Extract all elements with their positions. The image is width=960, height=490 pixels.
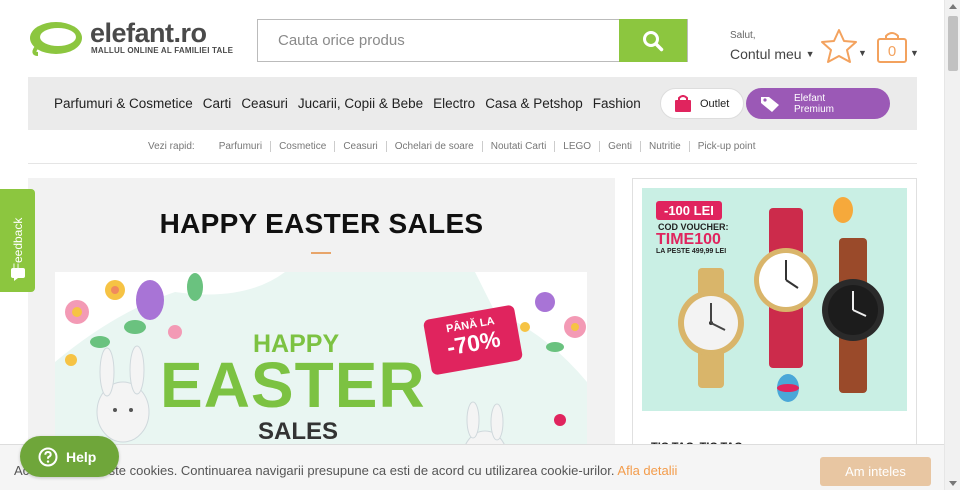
feedback-tab[interactable]: Feedback (0, 189, 35, 292)
premium-button[interactable]: Elefant Premium (746, 88, 890, 119)
chevron-down-icon: ▼ (858, 48, 867, 58)
divider (28, 163, 917, 164)
feedback-label: Feedback (11, 217, 25, 271)
help-label: Help (66, 448, 97, 465)
category-link[interactable]: Jucarii, Copii & Bebe (298, 96, 423, 111)
outlet-button[interactable]: Outlet (660, 88, 744, 119)
quick-link[interactable]: Pick-up point (688, 141, 764, 152)
banner-sales: SALES (258, 418, 339, 445)
page-scrollbar[interactable] (944, 0, 960, 490)
category-link[interactable]: Fashion (593, 96, 641, 111)
account-menu[interactable]: Salut, Contul meu ▼ (730, 30, 815, 62)
cookie-details-link[interactable]: Afla detalii (617, 463, 677, 478)
shopping-bag-icon (675, 94, 691, 112)
account-greeting: Salut, (730, 30, 756, 41)
category-link[interactable]: Carti (203, 96, 232, 111)
voucher-code: TIME100 (656, 231, 721, 248)
quick-link[interactable]: Genti (599, 141, 640, 152)
category-link[interactable]: Casa & Petshop (485, 96, 583, 111)
chat-icon (11, 268, 25, 281)
quick-links: Vezi rapid: Parfumuri Cosmetice Ceasuri Och… (148, 141, 764, 152)
quick-link[interactable]: Parfumuri (211, 141, 270, 152)
outlet-label: Outlet (700, 97, 730, 110)
chevron-down-icon: ▼ (910, 48, 919, 58)
quick-link[interactable]: Nutritie (640, 141, 689, 152)
banner-easter: EASTER (160, 349, 426, 421)
scroll-up-arrow-icon[interactable] (949, 4, 957, 9)
cookie-bar: Acest site foloseste cookies. Continuare… (0, 444, 944, 490)
tag-icon (761, 96, 779, 112)
star-icon (821, 29, 857, 63)
cart-button[interactable]: 0 ▼ (873, 30, 919, 66)
watch-voucher-banner[interactable]: -100 LEI COD VOUCHER: TIME100 LA PESTE 4… (642, 188, 907, 411)
site-logo[interactable]: elefant.ro MALLUL ONLINE AL FAMILIEI TAL… (28, 18, 238, 60)
question-icon (38, 447, 58, 466)
category-link[interactable]: Ceasuri (241, 96, 288, 111)
elephant-logo-icon (30, 22, 82, 56)
scroll-down-arrow-icon[interactable] (949, 481, 957, 486)
account-label: Contul meu (730, 46, 802, 62)
category-link[interactable]: Electro (433, 96, 475, 111)
category-nav: Parfumuri & Cosmetice Carti Ceasuri Jucarii… (28, 77, 917, 130)
page: elefant.ro MALLUL ONLINE AL FAMILIEI TAL… (0, 0, 960, 490)
logo-name: elefant.ro (90, 18, 207, 48)
promo-headline: HAPPY EASTER SALES (159, 208, 484, 239)
voucher-condition: LA PESTE 499,99 LEI (656, 248, 727, 255)
voucher-amount: -100 LEI (656, 201, 722, 220)
quick-link[interactable]: Ochelari de soare (385, 141, 482, 152)
search-input[interactable] (258, 20, 620, 61)
quick-links-label: Vezi rapid: (148, 141, 195, 152)
category-link[interactable]: Parfumuri & Cosmetice (54, 96, 193, 111)
headline-underline (311, 252, 331, 254)
quick-link[interactable]: Ceasuri (334, 141, 385, 152)
wishlist-button[interactable]: ▼ (820, 28, 868, 66)
chevron-down-icon: ▼ (805, 49, 815, 59)
search-icon (643, 30, 664, 51)
quick-link[interactable]: Cosmetice (270, 141, 334, 152)
cart-count: 0 (887, 43, 897, 60)
quick-link[interactable]: Noutati Carti (481, 141, 555, 152)
cookie-accept-button[interactable]: Am inteles (820, 457, 931, 486)
quick-link[interactable]: LEGO (554, 141, 599, 152)
help-button[interactable]: Help (20, 436, 119, 477)
account-link[interactable]: Contul meu ▼ (730, 46, 815, 62)
search-bar (257, 19, 688, 62)
scrollbar-thumb[interactable] (948, 16, 958, 71)
premium-label: Elefant Premium (794, 92, 835, 115)
logo-tagline: MALLUL ONLINE AL FAMILIEI TALE (91, 46, 234, 55)
category-list: Parfumuri & Cosmetice Carti Ceasuri Jucarii… (54, 77, 651, 130)
search-button[interactable] (619, 19, 687, 62)
